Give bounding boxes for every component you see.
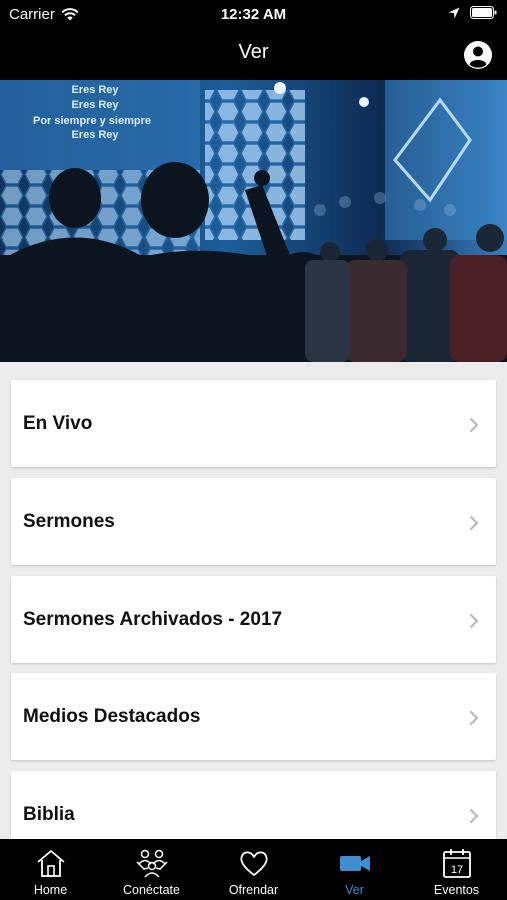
calendar-icon: 17 bbox=[442, 849, 471, 878]
chevron-right-icon bbox=[469, 710, 479, 726]
hero-image: Eres Rey Eres Rey Por siempre y siempre … bbox=[0, 80, 507, 362]
tab-conectate[interactable]: Conéctate bbox=[101, 839, 202, 900]
tab-bar: Home Conéctate Ofrendar Ver 17 Eventos bbox=[0, 839, 507, 900]
tab-home[interactable]: Home bbox=[0, 839, 101, 900]
chevron-right-icon bbox=[469, 515, 479, 531]
calendar-day: 17 bbox=[450, 864, 462, 876]
group-icon bbox=[135, 849, 168, 878]
menu-list: En Vivo Sermones Sermones Archivados - 2… bbox=[0, 362, 507, 839]
clock: 12:32 AM bbox=[220, 6, 287, 23]
status-bar: Carrier 12:32 AM bbox=[0, 0, 507, 28]
chevron-right-icon bbox=[469, 613, 479, 629]
menu-item-medios-destacados[interactable]: Medios Destacados bbox=[11, 673, 496, 760]
lyric-line-1: Eres Rey bbox=[71, 84, 119, 96]
menu-item-label: Medios Destacados bbox=[23, 706, 201, 727]
menu-item-sermones[interactable]: Sermones bbox=[11, 478, 496, 565]
menu-item-biblia[interactable]: Biblia bbox=[11, 771, 496, 839]
menu-item-en-vivo[interactable]: En Vivo bbox=[11, 380, 496, 467]
menu-item-label: Sermones bbox=[23, 511, 115, 532]
status-right bbox=[448, 6, 497, 19]
tab-label: Home bbox=[33, 883, 68, 897]
chevron-right-icon bbox=[469, 417, 479, 433]
tab-ver[interactable]: Ver bbox=[304, 839, 405, 900]
video-camera-icon bbox=[339, 856, 370, 871]
chevron-right-icon bbox=[469, 808, 479, 824]
navigation-bar: Ver bbox=[0, 28, 507, 80]
lyric-line-3: Por siempre y siempre bbox=[33, 115, 151, 127]
tab-label: Ver bbox=[345, 883, 364, 897]
menu-item-label: Sermones Archivados - 2017 bbox=[23, 609, 283, 630]
tab-eventos[interactable]: 17 Eventos bbox=[406, 839, 507, 900]
house-icon bbox=[36, 850, 65, 877]
page-title: Ver bbox=[238, 41, 269, 63]
menu-item-label: En Vivo bbox=[23, 413, 93, 434]
tab-label: Ofrendar bbox=[228, 883, 279, 897]
menu-item-label: Biblia bbox=[23, 804, 75, 825]
menu-item-sermones-archivados[interactable]: Sermones Archivados - 2017 bbox=[11, 576, 496, 663]
lyric-line-4: Eres Rey bbox=[71, 129, 119, 141]
battery-icon bbox=[470, 6, 497, 19]
lyric-line-2: Eres Rey bbox=[71, 99, 119, 111]
tab-label: Conéctate bbox=[123, 883, 180, 897]
profile-icon[interactable] bbox=[463, 40, 493, 70]
heart-icon bbox=[239, 851, 268, 876]
location-arrow-icon bbox=[448, 7, 460, 18]
tab-ofrendar[interactable]: Ofrendar bbox=[203, 839, 304, 900]
tab-label: Eventos bbox=[433, 883, 480, 897]
worship-photo: Eres Rey Eres Rey Por siempre y siempre … bbox=[0, 80, 507, 362]
